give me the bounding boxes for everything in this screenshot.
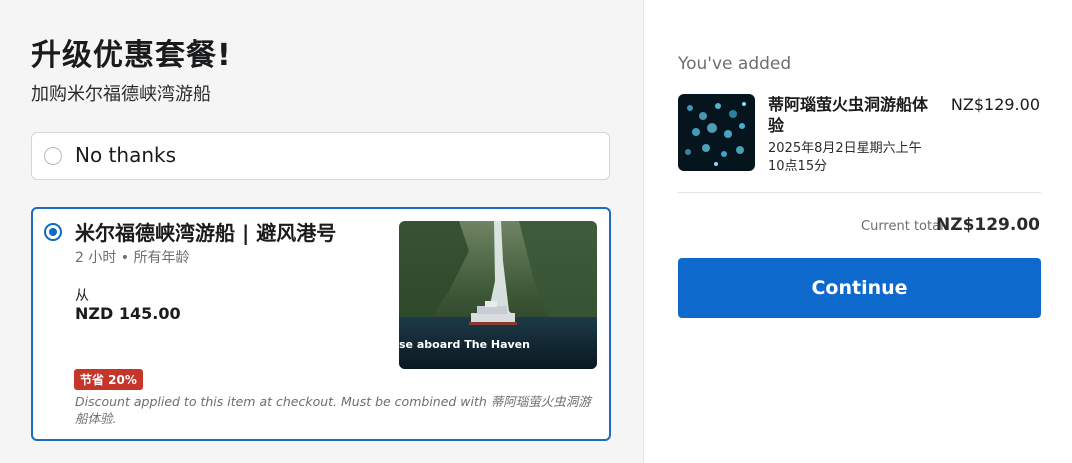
image-caption: se aboard The Haven [399, 338, 530, 351]
cart-heading: You've added [678, 54, 792, 74]
upsell-panel: 升级优惠套餐! 加购米尔福德峡湾游船 No thanks 米尔福德峡湾游船 | … [0, 0, 643, 463]
no-thanks-label: No thanks [75, 143, 177, 167]
total-label: Current total [861, 219, 944, 234]
discount-badge: 节省 20% [74, 369, 143, 390]
offer-price: NZD 145.00 [75, 304, 181, 323]
cart-item-title: 蒂阿瑙萤火虫洞游船体验 [768, 95, 929, 135]
cart-item-price: NZ$129.00 [950, 95, 1040, 114]
cart-item-date: 2025年8月2日星期六上午10点15分 [768, 141, 922, 174]
page-subtitle: 加购米尔福德峡湾游船 [31, 84, 211, 105]
offer-radio-selected[interactable] [44, 223, 62, 241]
discount-disclaimer: Discount applied to this item at checkou… [75, 394, 591, 426]
no-thanks-option[interactable]: No thanks [31, 132, 610, 180]
upsell-offer-card[interactable]: 米尔福德峡湾游船 | 避风港号 2 小时 • 所有年龄 从 NZD 145.00 [31, 207, 611, 441]
cart-divider [678, 192, 1041, 193]
offer-from-label: 从 [75, 288, 89, 304]
offer-title: 米尔福德峡湾游船 | 避风港号 [75, 221, 337, 245]
glowworm-cave-photo [678, 94, 755, 171]
cart-item-thumbnail [678, 94, 755, 171]
continue-button[interactable]: Continue [678, 258, 1041, 318]
offer-meta: 2 小时 • 所有年龄 [75, 250, 190, 266]
no-thanks-radio[interactable] [44, 147, 62, 165]
offer-image: se aboard The Haven [399, 221, 597, 369]
page-title: 升级优惠套餐! [31, 38, 232, 73]
cart-summary-panel: You've added 蒂阿瑙萤火虫洞游船体验 2025年8月2日星期六上午1… [643, 0, 1072, 463]
total-value: NZ$129.00 [936, 215, 1040, 235]
